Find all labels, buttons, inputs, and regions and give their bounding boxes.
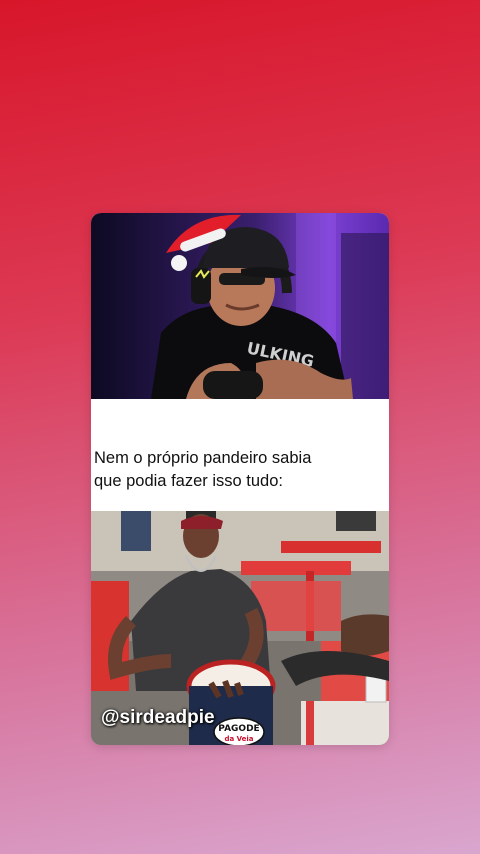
caption-line-1: Nem o próprio pandeiro sabia bbox=[94, 449, 312, 467]
logo-bottom-text: da Veia bbox=[224, 735, 253, 743]
caption-line-2: que podia fazer isso tudo: bbox=[94, 472, 283, 490]
logo-top-text: PAGODE bbox=[218, 724, 259, 734]
meme-card: ULKING Nem o próprio pandeiro sabia que … bbox=[91, 213, 389, 745]
watermark-handle: @sirdeadpie bbox=[101, 707, 215, 728]
meme-caption: Nem o próprio pandeiro sabia que podia f… bbox=[94, 447, 384, 493]
pagode-logo: PAGODE da Veia bbox=[213, 717, 265, 745]
streamer-photo: ULKING bbox=[91, 213, 389, 399]
caption-area: Nem o próprio pandeiro sabia que podia f… bbox=[91, 399, 389, 511]
